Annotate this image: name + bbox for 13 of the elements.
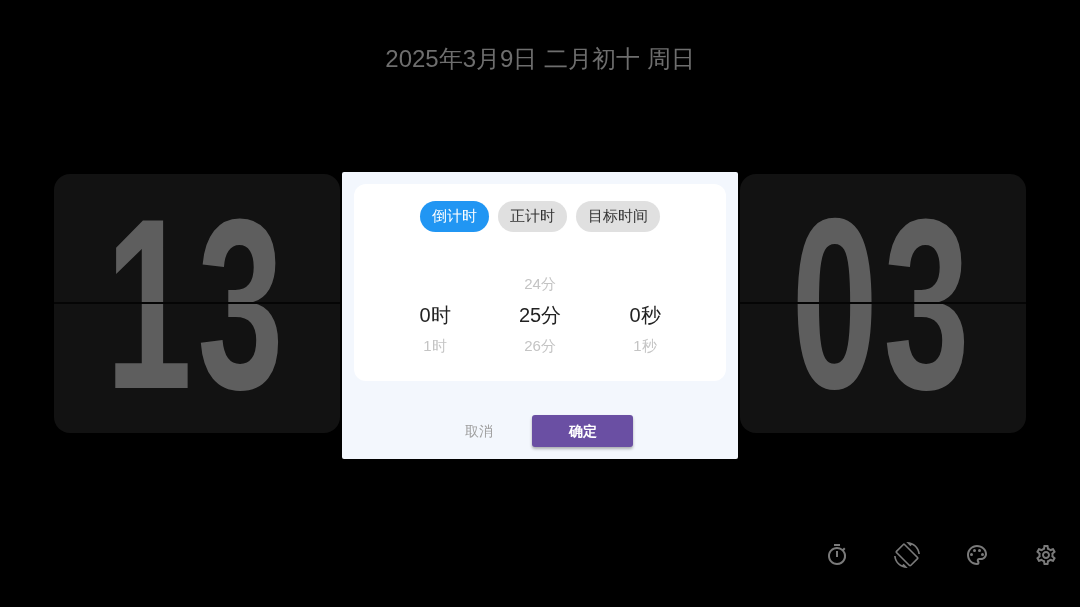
date-text: 2025年3月9日 二月初十 周日 <box>385 44 695 74</box>
picker-item[interactable]: 0时 <box>419 301 451 328</box>
picker-item[interactable]: 0秒 <box>629 301 661 328</box>
screen-rotation-icon[interactable] <box>894 542 920 568</box>
palette-icon[interactable] <box>965 543 989 567</box>
clock-digits: 13 <box>105 182 289 425</box>
mode-tab[interactable]: 目标时间 <box>576 201 660 232</box>
stopwatch-icon[interactable] <box>825 543 849 567</box>
settings-icon[interactable] <box>1034 543 1058 567</box>
confirm-button[interactable]: 确定 <box>532 415 633 447</box>
picker-item[interactable]: 25分 <box>518 301 562 328</box>
mode-tab[interactable]: 正计时 <box>498 201 567 232</box>
clock-digits: 03 <box>791 182 975 425</box>
